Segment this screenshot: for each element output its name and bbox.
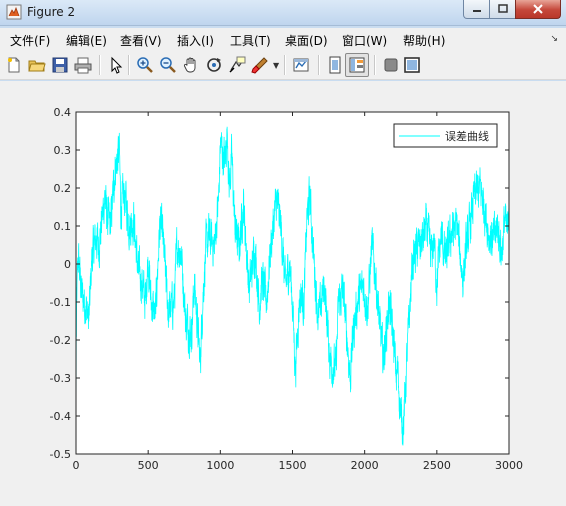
toolbar-separator xyxy=(99,55,101,75)
show-plot-tools-icon[interactable] xyxy=(348,56,366,74)
maximize-button[interactable] xyxy=(489,0,516,19)
y-tick-label: -0.5 xyxy=(50,448,71,461)
menu-item-4[interactable]: 工具(T) xyxy=(230,32,271,49)
y-tick-label: 0 xyxy=(64,258,71,271)
rotate-3d-icon[interactable] xyxy=(205,56,223,74)
link-plot-icon[interactable] xyxy=(292,56,310,74)
menu-item-6[interactable]: 窗口(W) xyxy=(342,32,387,49)
menu-item-3[interactable]: 插入(I) xyxy=(177,32,214,49)
menu-item-7[interactable]: 帮助(H) xyxy=(403,32,445,49)
x-tick-label: 2500 xyxy=(423,459,451,472)
close-button[interactable] xyxy=(515,0,561,19)
maximize-icon xyxy=(497,4,508,13)
minimize-button[interactable] xyxy=(463,0,490,19)
zoom-out-icon[interactable] xyxy=(159,56,177,74)
menu-overflow-icon[interactable]: ↘ xyxy=(550,34,558,44)
y-tick-label: -0.1 xyxy=(50,296,71,309)
y-tick-label: -0.2 xyxy=(50,334,71,347)
x-tick-label: 0 xyxy=(73,459,80,472)
x-tick-label: 1500 xyxy=(279,459,307,472)
data-cursor-icon[interactable] xyxy=(228,56,246,74)
pan-hand-icon[interactable] xyxy=(182,56,200,74)
toolbar-separator xyxy=(374,55,376,75)
window-title: Figure 2 xyxy=(27,5,76,19)
menu-item-1[interactable]: 编辑(E) xyxy=(66,32,107,49)
open-file-icon[interactable] xyxy=(28,56,46,74)
y-tick-label: -0.4 xyxy=(50,410,71,423)
y-tick-label: 0.1 xyxy=(54,220,72,233)
x-tick-label: 2000 xyxy=(351,459,379,472)
close-icon xyxy=(533,4,543,14)
menu-item-2[interactable]: 查看(V) xyxy=(120,32,162,49)
hide-plot-tools-icon[interactable] xyxy=(326,56,344,74)
toolbar-separator xyxy=(284,55,286,75)
y-tick-label: 0.3 xyxy=(54,144,72,157)
menu-bar: ↘ 文件(F) 编辑(E) 查看(V) 插入(I) 工具(T) 桌面(D) 窗口(W) 帮助(… xyxy=(0,28,566,50)
menu-item-5[interactable]: 桌面(D) xyxy=(285,32,328,49)
y-tick-label: 0.4 xyxy=(54,106,72,119)
x-tick-label: 500 xyxy=(138,459,159,472)
menu-item-0[interactable]: 文件(F) xyxy=(10,32,50,49)
x-tick-label: 3000 xyxy=(495,459,523,472)
brush-icon[interactable] xyxy=(251,56,269,74)
new-figure-icon[interactable] xyxy=(5,56,23,74)
y-tick-label: 0.2 xyxy=(54,182,72,195)
print-icon[interactable] xyxy=(74,56,92,74)
figure-area: 0 500 1000 1500 2000 2500 3000 0.4 0.3 0.2 0.1 0 -0.… xyxy=(0,81,566,506)
brush-dropdown-arrow-icon[interactable]: ▼ xyxy=(273,61,279,70)
x-tick-label: 1000 xyxy=(206,459,234,472)
y-tick-label: -0.3 xyxy=(50,372,71,385)
insert-legend-icon[interactable] xyxy=(403,56,421,74)
save-icon[interactable] xyxy=(51,56,69,74)
title-bar: Figure 2 xyxy=(0,0,566,26)
toolbar-separator xyxy=(318,55,320,75)
toolbar-separator xyxy=(128,55,130,75)
edit-plot-arrow-icon[interactable] xyxy=(107,56,125,74)
chart[interactable]: 0 500 1000 1500 2000 2500 30000.40.30.20.10-0.… xyxy=(0,81,566,506)
legend-label: 误差曲线 xyxy=(445,129,489,143)
insert-colorbar-icon[interactable] xyxy=(382,56,400,74)
figure-toolbar: ▼ xyxy=(0,50,566,80)
zoom-in-icon[interactable] xyxy=(136,56,154,74)
matlab-figure-icon xyxy=(6,4,22,20)
minimize-icon xyxy=(472,10,481,12)
